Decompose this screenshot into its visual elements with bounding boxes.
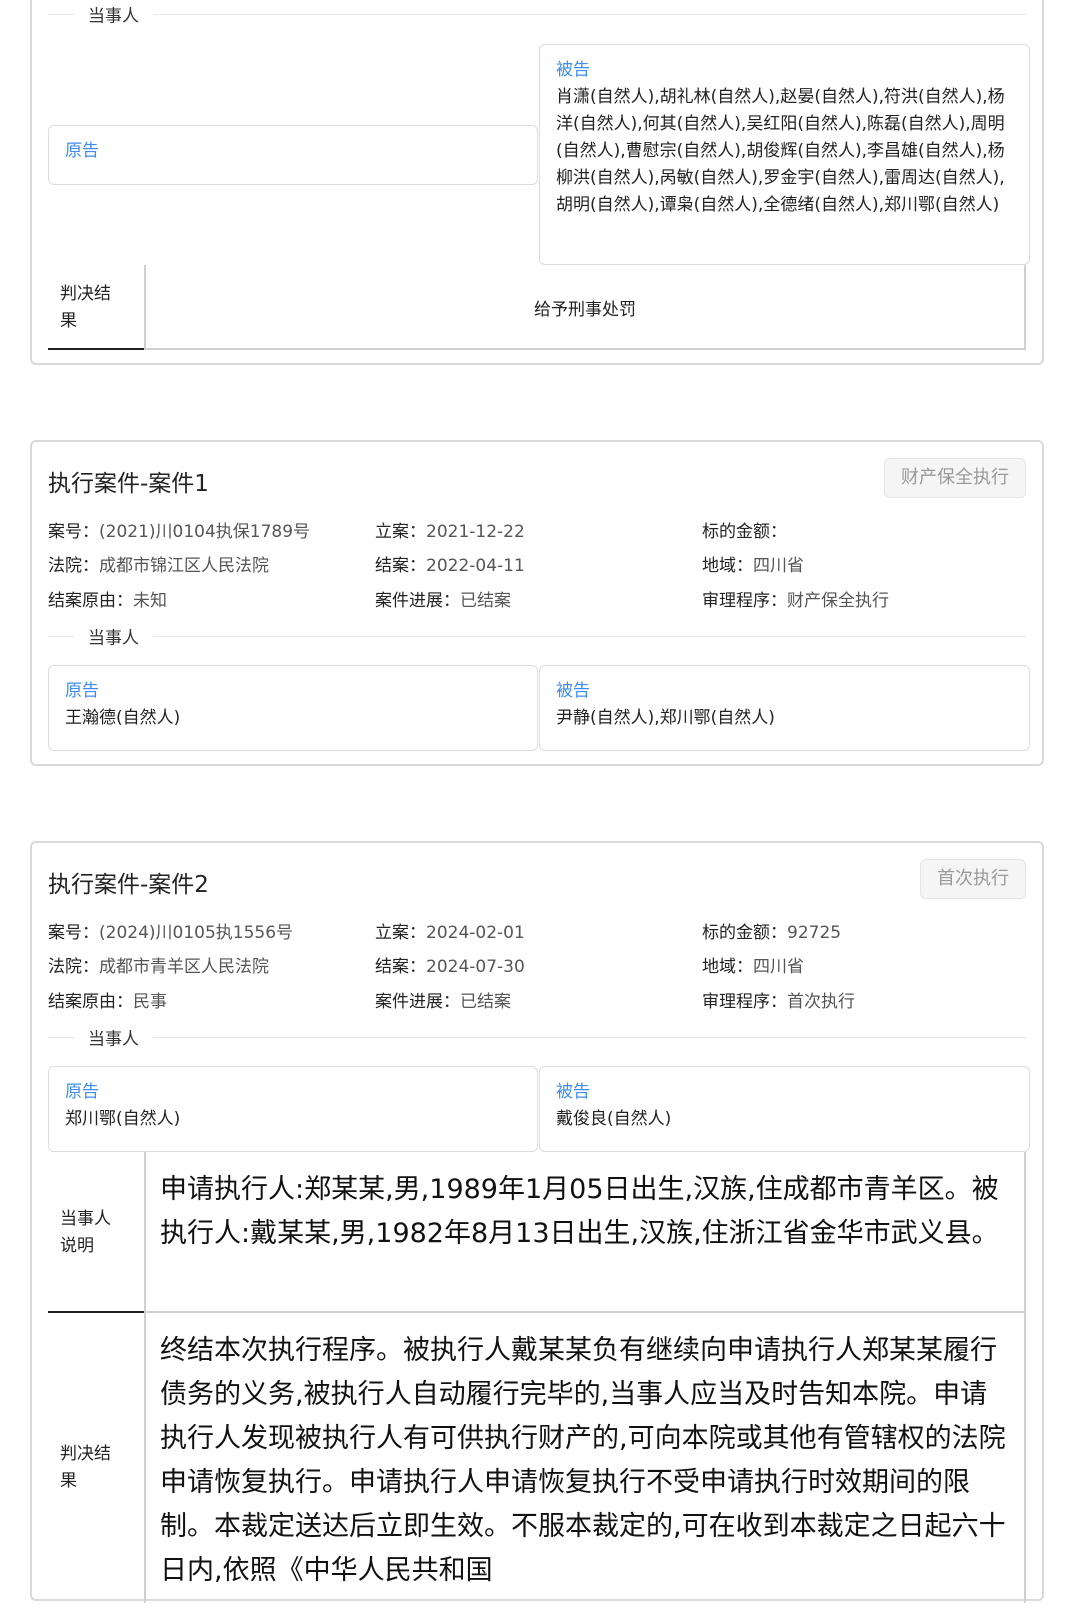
case-progress: 案件进展：已结案 [375, 591, 511, 611]
party-desc-value: 申请执行人:郑某某,男,1989年1月05日出生,汉族,住成都市青羊区。被执行人… [160, 1174, 999, 1249]
judgment-label: 判决结果 [60, 1444, 111, 1491]
defendant-box: 被告 肖潇(自然人),胡礼林(自然人),赵晏(自然人),符洪(自然人),杨洋(自… [539, 44, 1030, 265]
procedure: 审理程序：首次执行 [702, 992, 855, 1012]
case-procedure-tag: 财产保全执行 [884, 458, 1026, 498]
judgment-value: 给予刑事处罚 [534, 300, 636, 320]
plaintiff-box: 原告 王瀚德(自然人) [48, 665, 538, 751]
case-card-2: 执行案件-案件2 首次执行 案号：(2024)川0105执1556号 法院：成都… [30, 841, 1044, 1603]
plaintiff-value: 王瀚德(自然人) [65, 708, 181, 728]
court: 法院：成都市锦江区人民法院 [48, 556, 269, 576]
judgment-label: 判决结果 [60, 283, 111, 331]
judgment-content: 给予刑事处罚 [144, 265, 1026, 350]
plaintiff-box: 原告 [48, 125, 538, 185]
closed-date: 结案：2022-04-11 [375, 556, 525, 576]
party-desc-label: 当事人说明 [60, 1208, 111, 1256]
judgment-content: 终结本次执行程序。被执行人戴某某负有继续向申请执行人郑某某履行债务的义务,被执行… [144, 1313, 1026, 1603]
parties-divider-label: 当事人 [74, 1, 153, 27]
region: 地域：四川省 [702, 556, 804, 576]
judgment-row: 判决结果 给予刑事处罚 [48, 265, 1026, 350]
parties-divider [48, 14, 1026, 15]
defendant-label: 被告 [556, 1082, 590, 1102]
case-card-1: 执行案件-案件1 财产保全执行 案号：(2021)川0104执保1789号 法院… [30, 440, 1044, 766]
defendant-value: 尹静(自然人),郑川鄂(自然人) [556, 708, 775, 728]
judgment-row: 判决结果 终结本次执行程序。被执行人戴某某负有继续向申请执行人郑某某履行债务的义… [48, 1313, 1026, 1603]
party-desc-content: 申请执行人:郑某某,男,1989年1月05日出生,汉族,住成都市青羊区。被执行人… [144, 1152, 1026, 1313]
defendant-box: 被告 尹静(自然人),郑川鄂(自然人) [539, 665, 1030, 751]
case-title: 执行案件-案件1 [48, 471, 209, 497]
case-procedure-tag: 首次执行 [920, 859, 1026, 899]
close-reason: 结案原由：民事 [48, 992, 167, 1012]
plaintiff-label: 原告 [65, 1082, 99, 1102]
defendant-box: 被告 戴俊良(自然人) [539, 1066, 1030, 1152]
court: 法院：成都市青羊区人民法院 [48, 957, 269, 977]
case-progress: 案件进展：已结案 [375, 992, 511, 1012]
plaintiff-label: 原告 [65, 681, 99, 701]
amount: 标的金额： [702, 522, 787, 542]
close-reason: 结案原由：未知 [48, 591, 167, 611]
plaintiff-label: 原告 [65, 141, 99, 161]
plaintiff-value: 郑川鄂(自然人) [65, 1109, 181, 1129]
parties-divider [48, 1037, 1026, 1038]
judgment-value: 终结本次执行程序。被执行人戴某某负有继续向申请执行人郑某某履行债务的义务,被执行… [160, 1335, 1006, 1586]
procedure: 审理程序：财产保全执行 [702, 591, 889, 611]
case-title: 执行案件-案件2 [48, 872, 209, 898]
amount: 标的金额：92725 [702, 923, 842, 943]
defendant-label: 被告 [556, 681, 590, 701]
parties-divider [48, 636, 1026, 637]
plaintiff-box: 原告 郑川鄂(自然人) [48, 1066, 538, 1152]
parties-divider-label: 当事人 [74, 623, 153, 649]
defendant-label: 被告 [556, 60, 590, 80]
party-desc-row: 当事人说明 申请执行人:郑某某,男,1989年1月05日出生,汉族,住成都市青羊… [48, 1152, 1026, 1313]
parties-divider-label: 当事人 [74, 1024, 153, 1050]
region: 地域：四川省 [702, 957, 804, 977]
defendant-value: 肖潇(自然人),胡礼林(自然人),赵晏(自然人),符洪(自然人),杨洋(自然人)… [556, 87, 1005, 215]
case-number: 案号：(2024)川0105执1556号 [48, 923, 294, 943]
case-card-previous: 当事人 原告 被告 肖潇(自然人),胡礼林(自然人),赵晏(自然人),符洪(自然… [30, 0, 1044, 365]
filed-date: 立案：2024-02-01 [375, 923, 525, 943]
filed-date: 立案：2021-12-22 [375, 522, 525, 542]
defendant-value: 戴俊良(自然人) [556, 1109, 672, 1129]
closed-date: 结案：2024-07-30 [375, 957, 525, 977]
case-number: 案号：(2021)川0104执保1789号 [48, 522, 311, 542]
